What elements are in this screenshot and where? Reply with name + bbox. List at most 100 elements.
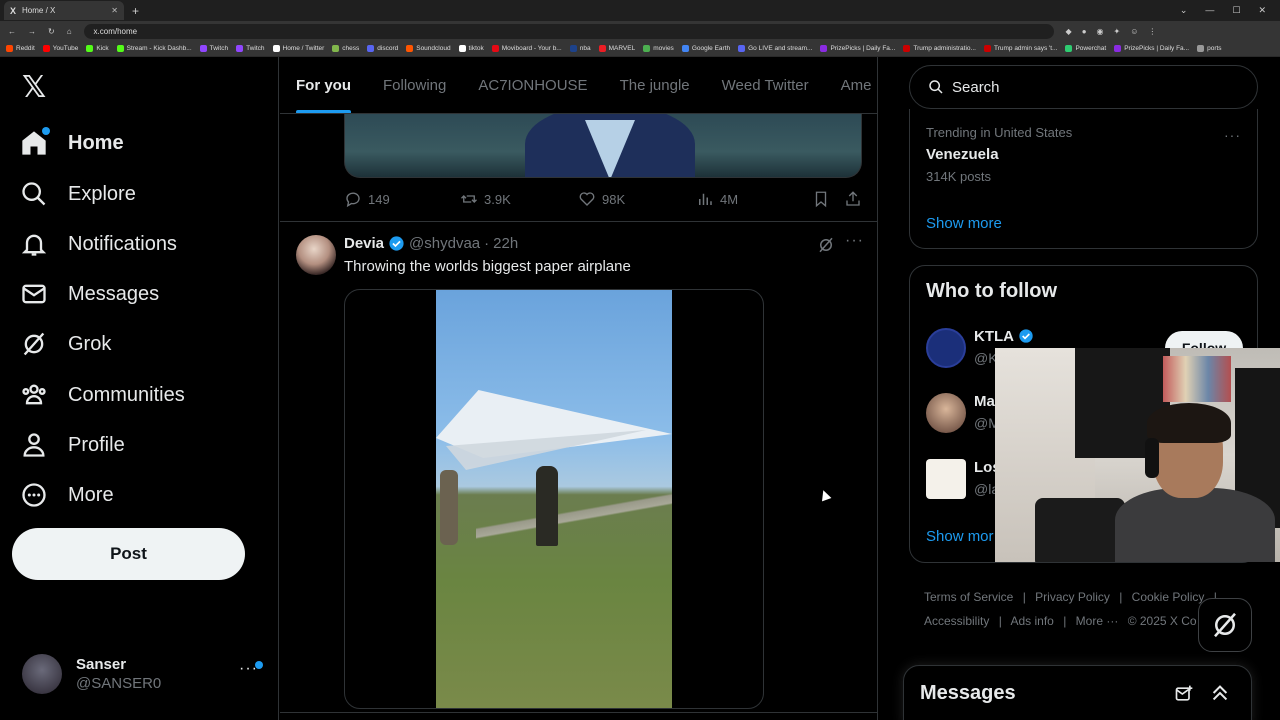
- chevron-up-double-icon[interactable]: [1209, 682, 1231, 704]
- back-icon[interactable]: ←: [8, 27, 16, 36]
- extension-icon[interactable]: ●: [1082, 27, 1087, 36]
- bookmark-label: Go LIVE and stream...: [748, 45, 813, 52]
- views-button[interactable]: 4M: [696, 190, 738, 208]
- new-tab-icon[interactable]: +: [132, 4, 139, 18]
- bookmark-item[interactable]: Trump admin says 't...: [983, 45, 1057, 52]
- bookmark-item[interactable]: PrizePicks | Daily Fa...: [820, 45, 895, 52]
- tweet-author-avatar[interactable]: [296, 235, 336, 275]
- search-input[interactable]: [952, 78, 1232, 96]
- bookmark-item[interactable]: Powerchat: [1065, 45, 1106, 52]
- bookmark-label: nba: [579, 45, 591, 52]
- footer-link[interactable]: Accessibility: [924, 614, 989, 628]
- messages-drawer[interactable]: Messages: [903, 665, 1252, 720]
- reload-icon[interactable]: ↻: [48, 27, 55, 36]
- bookmark-item[interactable]: ports: [1197, 45, 1222, 52]
- bookmark-label: discord: [377, 45, 399, 52]
- tab-ame[interactable]: Ame: [841, 57, 872, 113]
- tab-following[interactable]: Following: [383, 57, 446, 113]
- home-browser-icon[interactable]: ⌂: [67, 27, 72, 36]
- bookmark-favicon-icon: [598, 45, 606, 52]
- heart-icon: [579, 192, 595, 206]
- tweet-more-icon[interactable]: ···: [845, 232, 864, 250]
- bookmark-item[interactable]: Twitch: [236, 45, 265, 52]
- nav-messages[interactable]: Messages: [20, 272, 159, 316]
- account-switcher[interactable]: Sanser @SANSER0 ···: [22, 652, 272, 696]
- bookmark-item[interactable]: discord: [367, 45, 398, 52]
- x-logo-icon[interactable]: 𝕏: [22, 72, 54, 104]
- grok-explain-icon[interactable]: [817, 236, 835, 254]
- nav-communities[interactable]: Communities: [20, 373, 185, 417]
- share-button[interactable]: [844, 190, 862, 208]
- bookmark-item[interactable]: Go LIVE and stream...: [738, 45, 812, 52]
- bookmark-item[interactable]: YouTube: [42, 45, 78, 52]
- puzzle-icon[interactable]: ✦: [1114, 27, 1121, 36]
- url-bar[interactable]: x.com/home: [83, 23, 1054, 39]
- bookmark-item[interactable]: PrizePicks | Daily Fa...: [1114, 45, 1189, 52]
- minimize-icon[interactable]: —: [1205, 5, 1214, 16]
- bookmark-favicon-icon: [681, 45, 689, 52]
- tweet-actions: 149 3.9K 98K 4M: [344, 187, 862, 211]
- tab-search-icon[interactable]: ⌄: [1180, 5, 1188, 16]
- extension-icon[interactable]: ◉: [1097, 27, 1104, 36]
- menu-dots-icon[interactable]: ⋮: [1148, 27, 1156, 36]
- footer-more-link[interactable]: More ···: [1076, 614, 1119, 628]
- trend-topic[interactable]: Venezuela: [926, 146, 999, 163]
- nav-notifications[interactable]: Notifications: [20, 222, 177, 266]
- nav-label: Home: [68, 131, 124, 154]
- tab-the-jungle[interactable]: The jungle: [620, 57, 690, 113]
- tab-ac7ionhouse[interactable]: AC7IONHOUSE: [478, 57, 587, 113]
- trend-more-icon[interactable]: ···: [1224, 127, 1241, 143]
- post-button[interactable]: Post: [12, 528, 245, 580]
- bookmark-item[interactable]: movies: [643, 45, 674, 52]
- bookmark-item[interactable]: Trump administratio...: [903, 45, 976, 52]
- bookmark-item[interactable]: Google Earth: [681, 45, 730, 52]
- bookmark-item[interactable]: Home / Twitter: [272, 45, 324, 52]
- bookmark-button[interactable]: [812, 190, 830, 208]
- bookmark-item[interactable]: Twitch: [199, 45, 228, 52]
- tab-weed-twitter[interactable]: Weed Twitter: [722, 57, 809, 113]
- trends-show-more[interactable]: Show more: [926, 215, 1002, 232]
- previous-tweet-media[interactable]: [344, 114, 862, 178]
- nav-grok[interactable]: Grok: [20, 322, 111, 366]
- bookmark-item[interactable]: Soundcloud: [406, 45, 451, 52]
- tweet-timestamp[interactable]: 22h: [493, 235, 518, 252]
- who-to-follow-show-more[interactable]: Show mor: [926, 528, 994, 545]
- bookmark-item[interactable]: tiktok: [458, 45, 484, 52]
- like-button[interactable]: 98K: [578, 190, 625, 208]
- new-message-icon[interactable]: [1174, 684, 1194, 704]
- nav-profile[interactable]: Profile: [20, 423, 125, 467]
- browser-tab[interactable]: X Home / X ✕: [4, 1, 124, 20]
- repost-button[interactable]: 3.9K: [460, 190, 511, 208]
- bookmark-item[interactable]: Moviboard - Your b...: [491, 45, 562, 52]
- bookmark-item[interactable]: chess: [332, 45, 359, 52]
- grok-floating-button[interactable]: [1198, 598, 1252, 652]
- messages-drawer-title: Messages: [920, 682, 1016, 704]
- bookmark-item[interactable]: Reddit: [6, 45, 35, 52]
- footer-link[interactable]: Ads info: [1011, 614, 1054, 628]
- close-window-icon[interactable]: ✕: [1258, 5, 1266, 16]
- bookmark-item[interactable]: nba: [569, 45, 591, 52]
- tab-for-you[interactable]: For you: [296, 57, 351, 113]
- window-controls: ⌄ — ☐ ✕: [1180, 5, 1280, 16]
- nav-home[interactable]: Home: [20, 121, 124, 165]
- maximize-icon[interactable]: ☐: [1232, 5, 1240, 16]
- tweet-author-handle[interactable]: @shydvaa: [409, 235, 480, 252]
- profile-icon[interactable]: ☺: [1130, 27, 1138, 36]
- tweet-video[interactable]: [344, 289, 764, 709]
- footer-link[interactable]: Privacy Policy: [1035, 590, 1110, 604]
- bookmark-item[interactable]: Kick: [86, 45, 109, 52]
- browser-tabbar: X Home / X ✕ + ⌄ — ☐ ✕: [0, 0, 1280, 21]
- extension-icon[interactable]: ◆: [1066, 27, 1072, 36]
- footer-link[interactable]: Terms of Service: [924, 590, 1013, 604]
- nav-explore[interactable]: Explore: [20, 172, 136, 216]
- tweet-author-name[interactable]: Devia: [344, 235, 384, 252]
- nav-more[interactable]: More: [20, 473, 114, 517]
- reply-button[interactable]: 149: [344, 190, 390, 208]
- search-box[interactable]: [909, 65, 1258, 109]
- forward-icon[interactable]: →: [28, 27, 36, 36]
- bookmark-item[interactable]: MARVEL: [598, 45, 635, 52]
- close-tab-icon[interactable]: ✕: [111, 6, 118, 15]
- footer-link[interactable]: Cookie Policy: [1132, 590, 1205, 604]
- bookmark-item[interactable]: Stream - Kick Dashb...: [116, 45, 192, 52]
- bookmark-favicon-icon: [738, 45, 746, 52]
